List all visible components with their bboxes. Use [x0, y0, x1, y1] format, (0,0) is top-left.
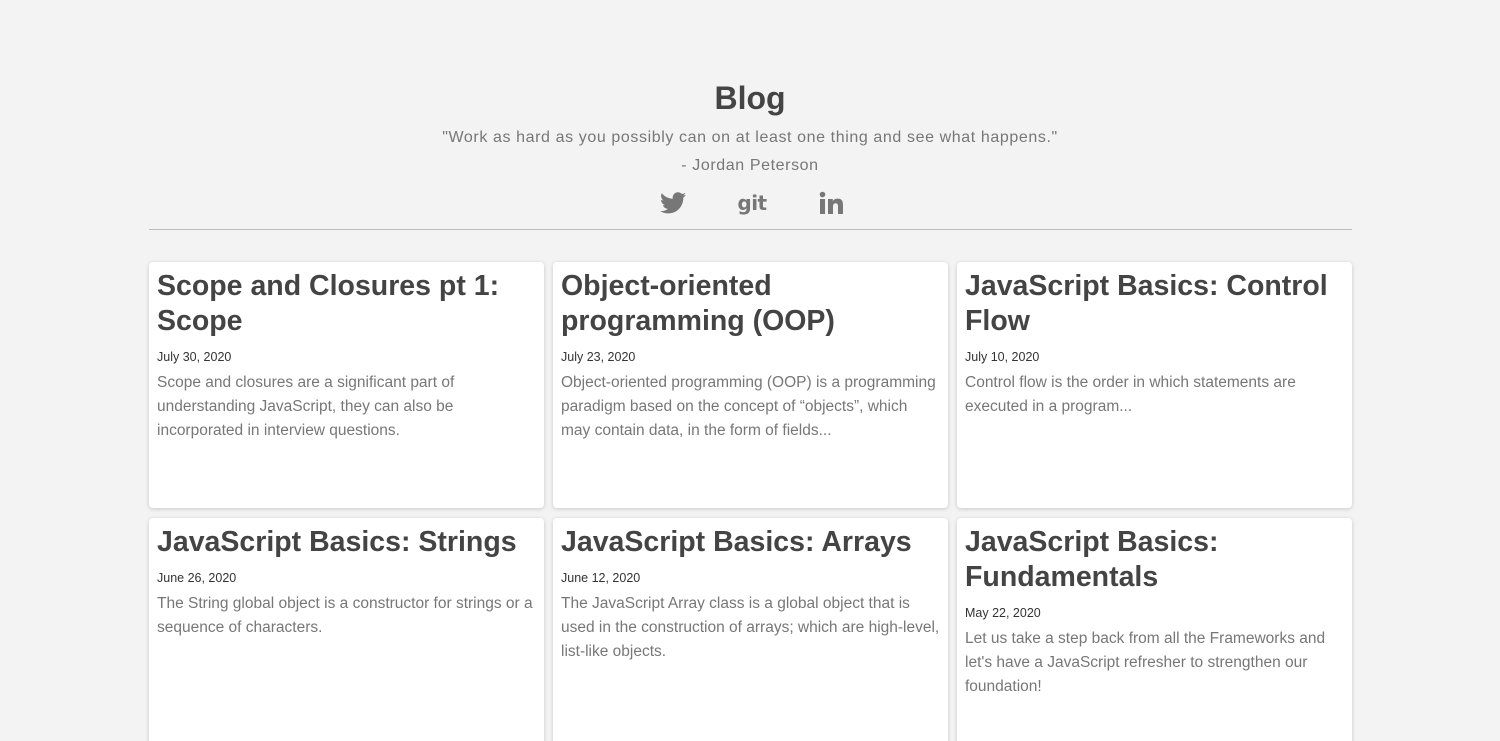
post-title[interactable]: Object-oriented programming (OOP) — [561, 269, 940, 339]
twitter-icon[interactable] — [657, 188, 689, 218]
post-title[interactable]: JavaScript Basics: Fundamentals — [965, 525, 1344, 595]
post-card[interactable]: JavaScript Basics: Strings June 26, 2020… — [149, 518, 544, 741]
post-card[interactable]: Object-oriented programming (OOP) July 2… — [553, 262, 948, 508]
post-title[interactable]: JavaScript Basics: Arrays — [561, 525, 940, 560]
post-excerpt: Let us take a step back from all the Fra… — [965, 630, 1326, 695]
post-card[interactable]: JavaScript Basics: Control Flow July 10,… — [957, 262, 1352, 508]
post-date: July 10, 2020 — [965, 350, 1040, 364]
post-excerpt: Object-oriented programming (OOP) is a p… — [561, 374, 936, 439]
post-title[interactable]: JavaScript Basics: Control Flow — [965, 269, 1344, 339]
post-title[interactable]: Scope and Closures pt 1: Scope — [157, 269, 536, 339]
twitter-bird-glyph — [660, 192, 686, 214]
post-date: June 12, 2020 — [561, 571, 641, 585]
post-card[interactable]: JavaScript Basics: Fundamentals May 22, … — [957, 518, 1352, 741]
post-excerpt: The JavaScript Array class is a global o… — [561, 595, 940, 660]
quote-author: - Jordan Peterson — [681, 157, 819, 174]
blog-page: Blog "Work as hard as you possibly can o… — [0, 0, 1500, 741]
post-excerpt: Scope and closures are a significant par… — [157, 374, 455, 439]
post-date: July 23, 2020 — [561, 350, 636, 364]
post-date: May 22, 2020 — [965, 606, 1041, 620]
git-icon[interactable]: git — [735, 188, 769, 218]
page-title: Blog — [714, 80, 786, 116]
post-excerpt: Control flow is the order in which state… — [965, 374, 1296, 415]
post-date: July 30, 2020 — [157, 350, 232, 364]
post-card[interactable]: JavaScript Basics: Arrays June 12, 2020 … — [553, 518, 948, 741]
post-excerpt: The String global object is a constructo… — [157, 595, 533, 636]
header-divider — [149, 229, 1352, 230]
linkedin-in-glyph — [819, 191, 843, 214]
post-title[interactable]: JavaScript Basics: Strings — [157, 525, 536, 560]
post-card[interactable]: Scope and Closures pt 1: Scope July 30, … — [149, 262, 544, 508]
linkedin-icon[interactable] — [815, 188, 847, 218]
post-date: June 26, 2020 — [157, 571, 237, 585]
quote-text: "Work as hard as you possibly can on at … — [442, 129, 1058, 146]
